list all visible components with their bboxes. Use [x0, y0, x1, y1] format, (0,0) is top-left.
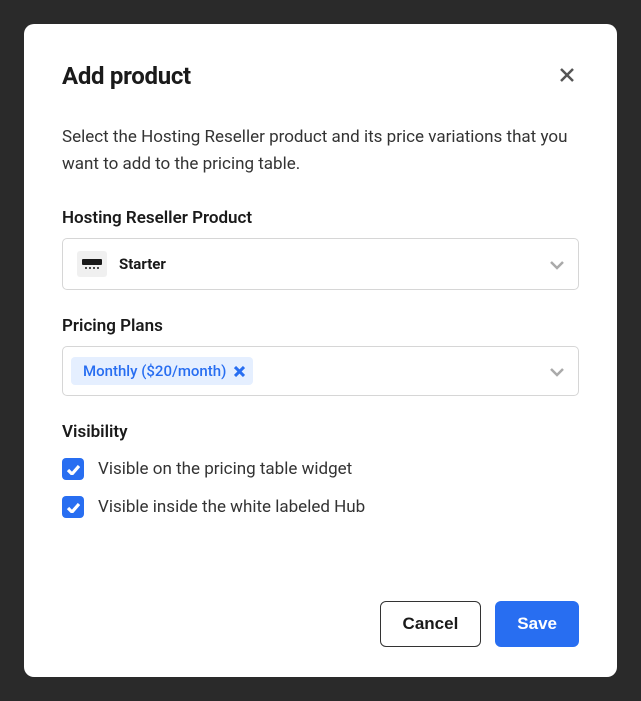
pricing-plan-chip: Monthly ($20/month)	[71, 357, 253, 385]
cancel-button[interactable]: Cancel	[380, 601, 482, 647]
save-button[interactable]: Save	[495, 601, 579, 647]
pricing-plans-chips: Monthly ($20/month)	[71, 357, 253, 385]
close-button[interactable]	[555, 64, 579, 88]
pricing-plans-select[interactable]: Monthly ($20/month)	[62, 346, 579, 396]
chevron-down-icon	[550, 255, 564, 274]
modal-title: Add product	[62, 62, 191, 90]
visibility-option-widget: Visible on the pricing table widget	[62, 458, 579, 480]
modal-description: Select the Hosting Reseller product and …	[62, 124, 579, 178]
product-select-content: Starter	[77, 251, 166, 277]
check-icon	[67, 460, 80, 479]
product-field-label: Hosting Reseller Product	[62, 208, 579, 228]
visibility-checkbox-widget[interactable]	[62, 458, 84, 480]
pricing-plans-label: Pricing Plans	[62, 316, 579, 336]
chip-label: Monthly ($20/month)	[83, 362, 226, 380]
visibility-option-hub: Visible inside the white labeled Hub	[62, 496, 579, 518]
check-icon	[67, 498, 80, 517]
visibility-option-label: Visible on the pricing table widget	[98, 459, 352, 479]
visibility-checkbox-hub[interactable]	[62, 496, 84, 518]
modal-header: Add product	[62, 62, 579, 90]
visibility-option-label: Visible inside the white labeled Hub	[98, 497, 365, 517]
product-field: Hosting Reseller Product Starter	[62, 208, 579, 290]
visibility-section: Visibility Visible on the pricing table …	[62, 422, 579, 518]
visibility-label: Visibility	[62, 422, 579, 442]
product-select-value: Starter	[119, 255, 166, 273]
product-select[interactable]: Starter	[62, 238, 579, 290]
modal-footer: Cancel Save	[62, 601, 579, 647]
close-icon	[559, 67, 575, 86]
server-icon	[77, 251, 107, 277]
chip-remove-button[interactable]	[234, 366, 245, 377]
add-product-modal: Add product Select the Hosting Reseller …	[24, 24, 617, 677]
chevron-down-icon	[550, 362, 564, 381]
pricing-plans-field: Pricing Plans Monthly ($20/month)	[62, 316, 579, 396]
